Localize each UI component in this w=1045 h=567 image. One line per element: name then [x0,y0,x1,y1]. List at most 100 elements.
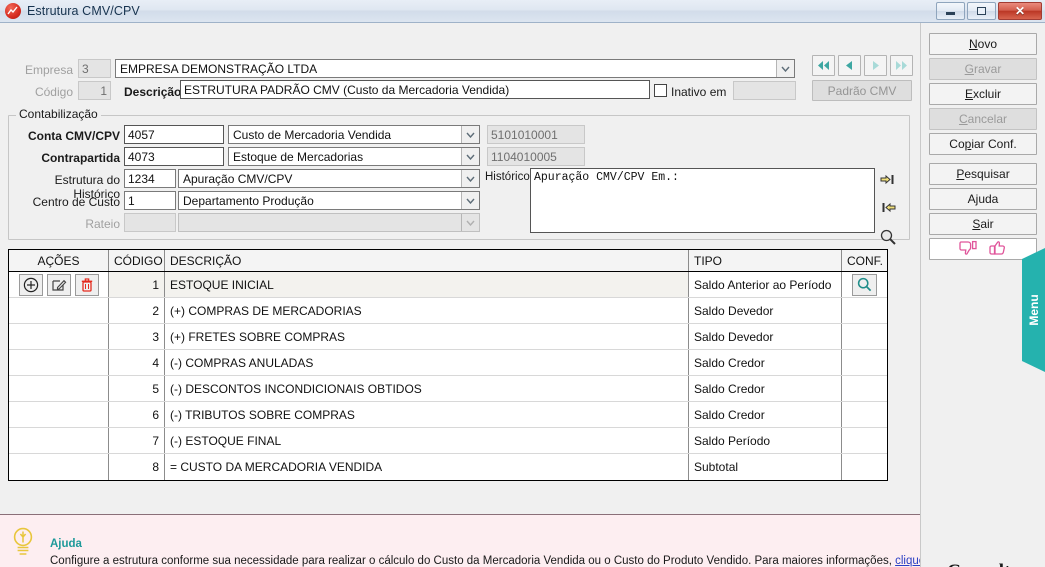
centro-custo-code-input[interactable] [124,191,176,210]
cell-descricao: ESTOQUE INICIAL [165,272,689,297]
cancelar-button: Cancelar [929,108,1037,130]
next-record-button[interactable] [864,55,887,76]
copiar-conf-button[interactable]: Copiar Conf. [929,133,1037,155]
chevron-down-icon[interactable] [461,170,479,187]
thumbs-down-icon[interactable] [959,240,978,259]
codigo-label: Código [34,85,73,99]
help-title: Ajuda [50,538,82,550]
contrapartida-code-input[interactable] [124,147,224,166]
magnifier-icon[interactable] [852,273,877,296]
restore-button[interactable] [967,2,996,20]
cell-conf [842,350,887,375]
centro-custo-name-combo[interactable]: Departamento Produção [178,191,480,210]
add-row-icon[interactable] [18,273,43,296]
cell-descricao: (-) COMPRAS ANULADAS [165,350,689,375]
cell-tipo: Saldo Credor [689,350,842,375]
sair-button[interactable]: Sair [929,213,1037,235]
rateio-code-input [124,213,176,232]
table-row[interactable]: 2 (+) COMPRAS DE MERCADORIAS Saldo Deved… [9,298,887,324]
inativo-checkbox[interactable] [654,84,667,97]
table-row[interactable]: 8 = CUSTO DA MERCADORIA VENDIDA Subtotal [9,454,887,480]
cell-tipo: Subtotal [689,454,842,480]
menu-tab[interactable]: Menu [1022,248,1045,372]
inativo-date-input[interactable] [733,81,796,100]
cell-codigo: 5 [109,376,165,401]
close-button[interactable]: ✕ [998,2,1042,20]
chevron-down-icon[interactable] [776,60,794,77]
conta-cmv-account-input [487,125,585,144]
excluir-button[interactable]: Excluir [929,83,1037,105]
cell-conf [842,376,887,401]
row-actions [9,376,109,401]
menu-tab-label: Menu [1026,294,1041,326]
hand-point-right-icon[interactable] [880,173,896,191]
cell-conf [842,324,887,349]
centro-custo-name-value: Departamento Produção [183,194,314,208]
codigo-input[interactable] [78,81,111,100]
estrutura-historico-code-input[interactable] [124,169,176,188]
rateio-name-combo [178,213,480,232]
chevron-down-icon [461,214,479,231]
record-navigation [812,55,913,76]
conta-cmv-code-input[interactable] [124,125,224,144]
cell-conf [842,454,887,480]
ajuda-button[interactable]: Ajuda [929,188,1037,210]
last-record-button[interactable] [890,55,913,76]
help-text: Configure a estrutura conforme sua neces… [50,555,896,567]
cell-descricao: (+) COMPRAS DE MERCADORIAS [165,298,689,323]
magnifier-icon[interactable] [880,229,896,250]
novo-button[interactable]: Novo [929,33,1037,55]
chevron-down-icon[interactable] [461,126,479,143]
padrao-cmv-button[interactable]: Padrão CMV [812,80,912,101]
conta-cmv-name-value: Custo de Mercadoria Vendida [233,128,392,142]
row-actions [9,402,109,427]
centro-custo-label: Centro de Custo [32,195,120,209]
lightbulb-icon [12,525,34,562]
estrutura-historico-name-combo[interactable]: Apuração CMV/CPV [178,169,480,188]
delete-row-icon[interactable] [74,273,99,296]
cell-conf [842,428,887,453]
cell-codigo: 7 [109,428,165,453]
empresa-code-input[interactable] [78,59,111,78]
historico-textarea[interactable]: Apuração CMV/CPV Em.: [530,168,875,233]
minimize-button[interactable] [936,2,965,20]
empresa-label: Empresa [24,63,73,77]
conta-cmv-name-combo[interactable]: Custo de Mercadoria Vendida [228,125,480,144]
table-row[interactable]: 6 (-) TRIBUTOS SOBRE COMPRAS Saldo Credo… [9,402,887,428]
help-panel: Ajuda Configure a estrutura conforme sua… [0,514,953,567]
edit-row-icon[interactable] [46,273,71,296]
cell-descricao: (-) DESCONTOS INCONDICIONAIS OBTIDOS [165,376,689,401]
row-actions [9,298,109,323]
table-row[interactable]: 1 ESTOQUE INICIAL Saldo Anterior ao Perí… [9,272,887,298]
help-text-container: Configure a estrutura conforme sua neces… [50,555,953,567]
cell-conf [842,402,887,427]
previous-record-button[interactable] [838,55,861,76]
contrapartida-name-combo[interactable]: Estoque de Mercadorias [228,147,480,166]
rateio-label: Rateio [85,217,120,231]
cell-codigo: 8 [109,454,165,480]
empresa-name-combo[interactable]: EMPRESA DEMONSTRAÇÃO LTDA [115,59,795,78]
contabilizacao-group-title: Contabilização [16,107,101,121]
conta-cmv-label: Conta CMV/CPV [27,129,120,143]
chevron-down-icon[interactable] [461,148,479,165]
table-row[interactable]: 7 (-) ESTOQUE FINAL Saldo Período [9,428,887,454]
hand-point-left-icon[interactable] [880,201,896,219]
descricao-input[interactable] [180,80,650,99]
pesquisar-button[interactable]: Pesquisar [929,163,1037,185]
contrapartida-label: Contrapartida [41,151,120,165]
table-row[interactable]: 3 (+) FRETES SOBRE COMPRAS Saldo Devedor [9,324,887,350]
cell-codigo: 1 [109,272,165,297]
consulta-label: Consulta [921,561,1045,567]
chevron-down-icon[interactable] [461,192,479,209]
cell-conf [842,272,887,297]
thumbs-up-icon[interactable] [988,240,1007,259]
contrapartida-name-value: Estoque de Mercadorias [233,150,364,164]
cell-tipo: Saldo Anterior ao Período [689,272,842,297]
window-titlebar: Estrutura CMV/CPV ✕ [0,0,1045,23]
table-row[interactable]: 4 (-) COMPRAS ANULADAS Saldo Credor [9,350,887,376]
first-record-button[interactable] [812,55,835,76]
table-row[interactable]: 5 (-) DESCONTOS INCONDICIONAIS OBTIDOS S… [9,376,887,402]
cell-tipo: Saldo Credor [689,376,842,401]
gravar-button: Gravar [929,58,1037,80]
cell-conf [842,298,887,323]
